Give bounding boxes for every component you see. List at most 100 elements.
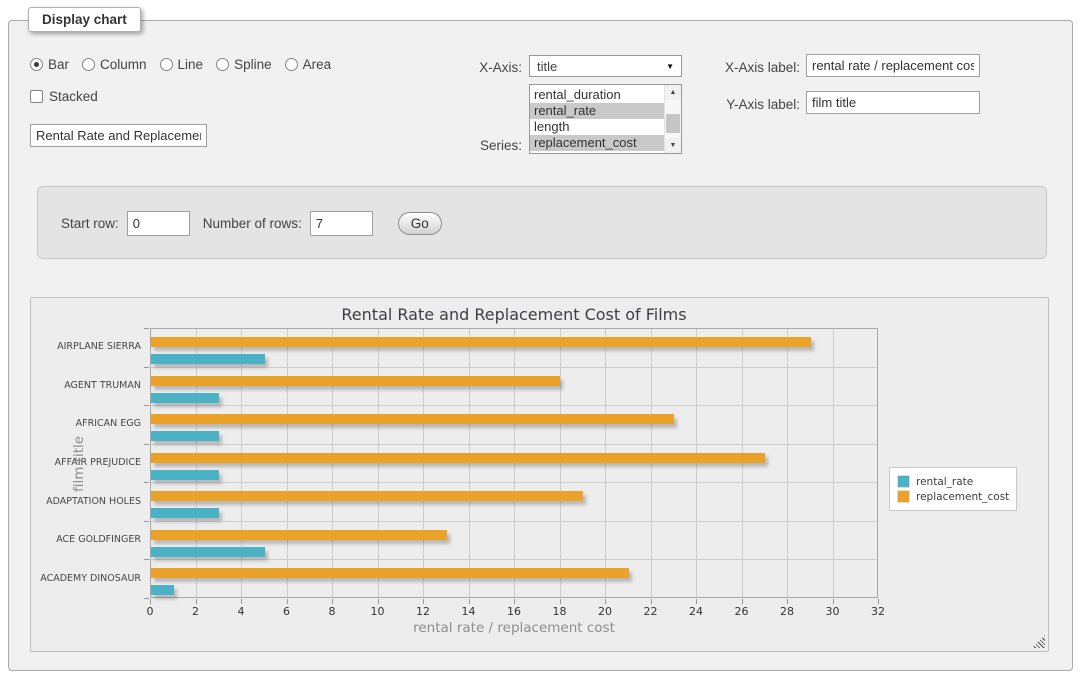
y-axis-category-label: AFRICAN EGG (33, 418, 141, 430)
bar-rental_rate (151, 354, 265, 364)
series-option-replacement_cost[interactable]: replacement_cost (530, 135, 664, 151)
y-tick-mark (144, 559, 149, 560)
x-tick-mark (423, 599, 424, 604)
x-axis-label-field-label: X-Axis label: (708, 60, 800, 75)
bar-replacement_cost (151, 453, 765, 463)
x-tick-label: 20 (598, 605, 612, 618)
x-tick-mark (742, 599, 743, 604)
series-list-label: Series: (450, 138, 522, 153)
y-axis-label-input[interactable] (806, 91, 980, 114)
row-controls: Start row: Number of rows: Go (61, 211, 442, 236)
scroll-up-icon[interactable]: ▲ (665, 85, 681, 100)
scrollbar-thumb[interactable] (666, 114, 680, 132)
dropdown-arrow-icon: ▼ (666, 62, 674, 71)
x-tick-mark (560, 599, 561, 604)
start-row-input[interactable] (127, 211, 190, 236)
series-option-rental_rate[interactable]: rental_rate (530, 103, 664, 119)
radio-icon[interactable] (82, 58, 95, 71)
x-tick-label: 8 (329, 605, 336, 618)
stacked-option[interactable]: Stacked (30, 89, 98, 104)
x-tick-label: 28 (780, 605, 794, 618)
bar-rental_rate (151, 470, 219, 480)
series-option-length[interactable]: length (530, 119, 664, 135)
number-of-rows-input[interactable] (310, 211, 373, 236)
chart-container: Rental Rate and Replacement Cost of Film… (30, 297, 1049, 652)
radio-icon[interactable] (160, 58, 173, 71)
resize-handle-icon[interactable] (1032, 635, 1045, 648)
y-axis-category-label: AIRPLANE SIERRA (33, 341, 141, 353)
x-tick-label: 10 (371, 605, 385, 618)
x-tick-label: 14 (462, 605, 476, 618)
chart-type-group: Bar Column Line Spline Area (30, 57, 331, 72)
y-axis-category-label: ACE GOLDFINGER (33, 534, 141, 546)
chart-legend: rental_rate replacement_cost (889, 467, 1017, 511)
x-tick-mark (696, 599, 697, 604)
bar-rental_rate (151, 508, 219, 518)
bar-replacement_cost (151, 414, 674, 424)
series-option-rental_duration[interactable]: rental_duration (530, 87, 664, 103)
radio-label: Column (100, 57, 147, 72)
x-tick-mark (605, 599, 606, 604)
number-of-rows-label: Number of rows: (203, 216, 302, 231)
y-tick-mark (144, 482, 149, 483)
x-tick-mark (651, 599, 652, 604)
fieldset-legend: Display chart (28, 7, 141, 32)
y-axis-category-label: ADAPTATION HOLES (33, 496, 141, 508)
row-controls-panel: Start row: Number of rows: Go (37, 186, 1047, 259)
y-axis-label-field-label: Y-Axis label: (708, 97, 800, 112)
scrollbar-track[interactable] (665, 100, 681, 138)
bar-replacement_cost (151, 491, 583, 501)
x-tick-label: 32 (871, 605, 885, 618)
x-axis-selected-value: title (537, 59, 557, 74)
x-tick-mark (514, 599, 515, 604)
series-listbox[interactable]: rental_durationrental_ratelengthreplacem… (529, 84, 682, 154)
x-axis-label-input[interactable] (806, 54, 980, 77)
legend-swatch-replacement_cost (897, 490, 910, 503)
scroll-down-icon[interactable]: ▼ (665, 138, 681, 153)
bar-replacement_cost (151, 568, 629, 578)
legend-label: replacement_cost (916, 491, 1009, 503)
x-tick-label: 0 (147, 605, 154, 618)
radio-icon[interactable] (30, 58, 43, 71)
radio-label: Line (178, 57, 204, 72)
series-scrollbar[interactable]: ▲ ▼ (664, 85, 681, 153)
x-tick-mark (150, 599, 151, 604)
x-axis-select[interactable]: title ▼ (529, 55, 682, 77)
x-tick-label: 18 (553, 605, 567, 618)
go-button[interactable]: Go (398, 212, 442, 235)
x-tick-mark (787, 599, 788, 604)
x-tick-mark (833, 599, 834, 604)
bar-replacement_cost (151, 376, 560, 386)
x-tick-label: 6 (283, 605, 290, 618)
x-tick-mark (378, 599, 379, 604)
x-tick-label: 24 (689, 605, 703, 618)
x-axis-title: rental rate / replacement cost (150, 620, 878, 636)
radio-option-spline[interactable]: Spline (216, 57, 272, 72)
chart-title-input[interactable] (30, 124, 207, 147)
legend-item: rental_rate (897, 475, 1009, 488)
radio-option-bar[interactable]: Bar (30, 57, 69, 72)
bar-rental_rate (151, 431, 219, 441)
radio-option-line[interactable]: Line (160, 57, 204, 72)
y-tick-mark (144, 521, 149, 522)
x-tick-label: 30 (826, 605, 840, 618)
x-tick-mark (469, 599, 470, 604)
radio-option-area[interactable]: Area (285, 57, 332, 72)
x-tick-label: 22 (644, 605, 658, 618)
stacked-label: Stacked (49, 89, 98, 104)
stacked-checkbox[interactable] (30, 90, 43, 103)
radio-label: Spline (234, 57, 272, 72)
radio-option-column[interactable]: Column (82, 57, 147, 72)
chart-title: Rental Rate and Replacement Cost of Film… (150, 305, 878, 324)
x-tick-mark (241, 599, 242, 604)
start-row-label: Start row: (61, 216, 119, 231)
bar-rental_rate (151, 393, 219, 403)
radio-icon[interactable] (216, 58, 229, 71)
bar-replacement_cost (151, 530, 447, 540)
bar-rental_rate (151, 585, 174, 595)
x-tick-mark (332, 599, 333, 604)
radio-icon[interactable] (285, 58, 298, 71)
x-axis-select-label: X-Axis: (450, 60, 522, 75)
y-tick-mark (144, 328, 149, 329)
y-axis-category-label: ACADEMY DINOSAUR (33, 573, 141, 585)
